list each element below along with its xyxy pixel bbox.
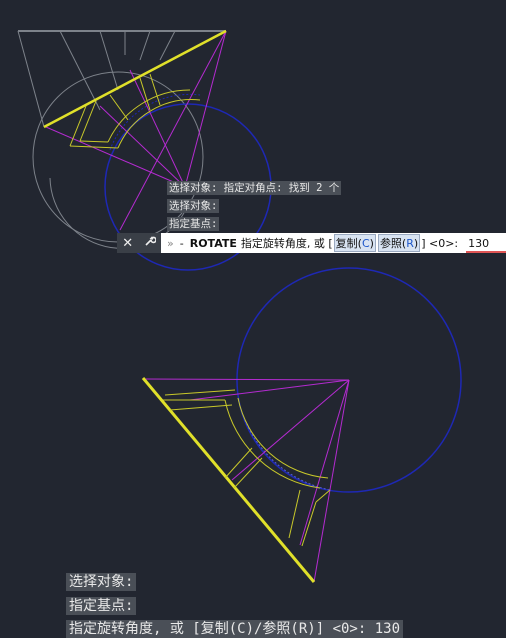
command-dash: - [179,236,184,250]
close-icon[interactable]: ✕ [122,236,133,251]
yellow-edge [43,29,227,129]
prompt-text: 指定旋转角度, 或 [ [240,237,333,250]
drawing-canvas[interactable] [0,0,506,637]
recent-commands-icon[interactable]: » [167,237,174,250]
history-line-2: 指定基点: [66,597,137,615]
command-name: ROTATE [189,236,237,250]
command-line[interactable]: ✕ » - ROTATE 指定旋转角度, 或 [ 复制(C) 参照(R) ] <… [117,233,506,253]
command-line-tools: ✕ [117,233,161,253]
input-underline [466,251,506,253]
yellow-bracket [69,73,201,149]
history-line-3: 指定基点: [167,217,220,231]
wrench-icon[interactable] [144,235,157,251]
command-prompt[interactable]: » - ROTATE 指定旋转角度, 或 [ 复制(C) 参照(R) ] <0>… [161,234,489,252]
option-copy[interactable]: 复制(C) [333,234,376,252]
option-hotkey: R [406,237,414,250]
history-line-2: 选择对象: [167,199,220,213]
bottom-drawing [141,267,462,583]
option-reference[interactable]: 参照(R) [377,234,421,252]
prompt-default: ] <0>: [421,236,459,250]
history-line-1: 选择对象: 指定对角点: 找到 2 个 [167,181,342,195]
yellow-edge [141,377,316,583]
history-line-1: 选择对象: [66,573,137,591]
command-input[interactable]: 130 [468,237,489,250]
option-hotkey: C [361,237,370,250]
history-line-3: 指定旋转角度, 或 [复制(C)/参照(R)] <0>: 130 [66,620,404,638]
